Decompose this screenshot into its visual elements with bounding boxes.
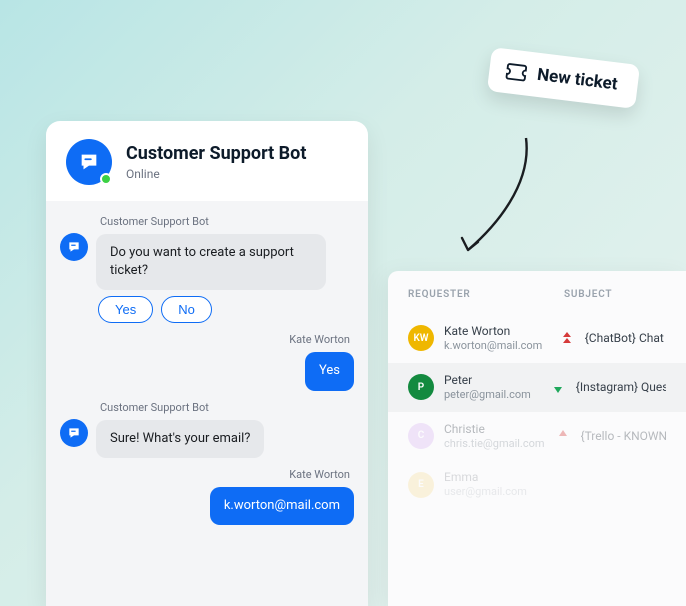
arrow-icon [454, 134, 542, 264]
requester-email: chris.tie@gmail.com [444, 437, 545, 451]
chat-status: Online [126, 167, 306, 181]
message-group-user: Kate Worton Yes [60, 333, 354, 390]
requester-info: Emma user@gmail.com [444, 470, 564, 499]
bot-avatar-small [60, 233, 88, 261]
ticket-subject: {ChatBot} Chat fo [585, 331, 666, 345]
chatbot-icon [67, 240, 81, 254]
requester-name: Peter [444, 373, 540, 388]
bot-message-bubble: Sure! What's your email? [96, 420, 264, 458]
new-ticket-label: New ticket [536, 65, 619, 95]
status-dot-online [100, 173, 112, 185]
chat-widget: Customer Support Bot Online Customer Sup… [46, 121, 368, 606]
bot-avatar [66, 139, 112, 185]
user-message-bubble: Yes [305, 352, 354, 390]
chatbot-icon [67, 426, 81, 440]
requester-info: Christie chris.tie@gmail.com [444, 422, 545, 451]
priority-icon-low [550, 380, 566, 394]
chat-body: Customer Support Bot Do you want to crea… [46, 201, 368, 606]
message-sender-label: Kate Worton [289, 333, 354, 346]
requester-info: Peter peter@gmail.com [444, 373, 540, 402]
requester-email: k.worton@mail.com [444, 339, 549, 353]
message-sender-label: Customer Support Bot [96, 215, 326, 228]
bot-avatar-small [60, 419, 88, 447]
requester-avatar: C [408, 423, 434, 449]
requester-avatar: P [408, 374, 434, 400]
message-group-bot: Customer Support Bot Do you want to crea… [60, 215, 354, 323]
column-header-requester: REQUESTER [408, 289, 564, 300]
ticket-row[interactable]: P Peter peter@gmail.com {Instagram} Ques… [388, 363, 686, 412]
chatbot-icon [78, 151, 100, 173]
ticket-row[interactable]: E Emma user@gmail.com [388, 460, 686, 509]
column-header-subject: SUBJECT [564, 289, 666, 300]
priority-icon-high [559, 331, 575, 345]
ticket-row[interactable]: KW Kate Worton k.worton@mail.com {ChatBo… [388, 314, 686, 363]
message-column: Customer Support Bot Sure! What's your e… [96, 401, 264, 458]
chat-title: Customer Support Bot [126, 143, 306, 165]
priority-icon-high [555, 429, 571, 443]
requester-name: Kate Worton [444, 324, 549, 339]
requester-email: peter@gmail.com [444, 388, 540, 402]
ticket-list: REQUESTER SUBJECT KW Kate Worton k.worto… [388, 271, 686, 606]
quick-replies: Yes No [96, 296, 326, 323]
quick-reply-no[interactable]: No [161, 296, 212, 323]
user-message-bubble: k.worton@mail.com [210, 487, 354, 525]
message-sender-label: Customer Support Bot [96, 401, 264, 414]
message-column: Kate Worton Yes [289, 333, 354, 390]
chat-header: Customer Support Bot Online [46, 121, 368, 201]
requester-name: Christie [444, 422, 545, 437]
ticket-row[interactable]: C Christie chris.tie@gmail.com {Trello -… [388, 412, 686, 461]
requester-avatar: E [408, 472, 434, 498]
ticket-subject: {Instagram} Question [576, 380, 666, 394]
ticket-subject: {Trello - KNOWN ISSU [581, 429, 666, 443]
message-sender-label: Kate Worton [289, 468, 354, 481]
chat-header-text: Customer Support Bot Online [126, 143, 306, 181]
message-column: Customer Support Bot Do you want to crea… [96, 215, 326, 323]
message-group-bot: Customer Support Bot Sure! What's your e… [60, 401, 354, 458]
quick-reply-yes[interactable]: Yes [98, 296, 153, 323]
requester-info: Kate Worton k.worton@mail.com [444, 324, 549, 353]
ticket-icon [504, 62, 528, 83]
requester-avatar: KW [408, 325, 434, 351]
bot-message-bubble: Do you want to create a support ticket? [96, 234, 326, 290]
new-ticket-badge[interactable]: New ticket [487, 47, 640, 109]
ticket-list-header: REQUESTER SUBJECT [388, 271, 686, 314]
requester-email: user@gmail.com [444, 485, 564, 499]
requester-name: Emma [444, 470, 564, 485]
message-group-user: Kate Worton k.worton@mail.com [60, 468, 354, 525]
message-column: Kate Worton k.worton@mail.com [210, 468, 354, 525]
